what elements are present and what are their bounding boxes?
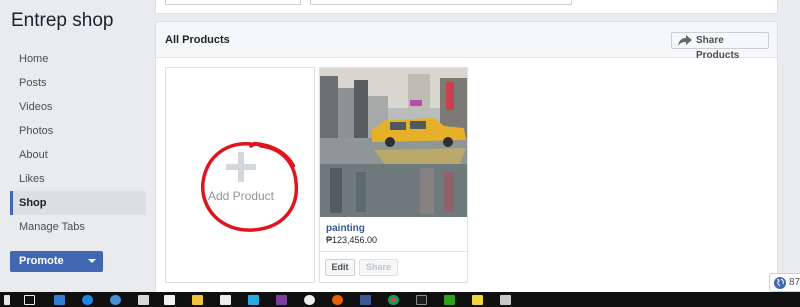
add-product-card[interactable]: Add Product (165, 67, 315, 283)
chevron-down-icon[interactable] (88, 259, 96, 263)
store-icon[interactable] (164, 295, 175, 305)
nav-item-videos[interactable]: Videos (10, 95, 146, 119)
globe-icon (774, 277, 786, 289)
panel-title: All Products (165, 34, 230, 46)
app-icon[interactable] (248, 295, 259, 305)
promote-button[interactable]: Promote (10, 251, 103, 272)
app-icon[interactable] (500, 295, 511, 305)
nav-item-photos[interactable]: Photos (10, 119, 146, 143)
share-arrow-icon (678, 35, 692, 46)
panel-header: All Products Share Products (156, 22, 777, 61)
add-product-label: Add Product (207, 189, 275, 203)
watercolor-painting-image (320, 68, 467, 217)
chat-widget[interactable]: 87 (769, 273, 800, 292)
start-icon[interactable] (4, 295, 10, 305)
app-icon[interactable] (304, 295, 315, 305)
onenote-icon[interactable] (276, 295, 287, 305)
app-icon[interactable] (360, 295, 371, 305)
terminal-icon[interactable] (416, 295, 427, 305)
nav-item-posts[interactable]: Posts (10, 71, 146, 95)
notepad-icon[interactable] (220, 295, 231, 305)
plus-icon (226, 152, 256, 182)
nav-item-shop[interactable]: Shop (10, 191, 146, 215)
page-name[interactable]: Entrep shop (11, 10, 113, 32)
share-products-label: Share Products (696, 35, 740, 61)
product-price: ₱123,456.00 (326, 235, 378, 245)
chat-count: 87 (789, 277, 800, 288)
app-icon[interactable] (472, 295, 483, 305)
firefox-icon[interactable] (332, 295, 343, 305)
nav-item-manage-tabs[interactable]: Manage Tabs (10, 215, 146, 239)
top-card (155, 0, 778, 14)
nav-item-home[interactable]: Home (10, 47, 146, 71)
file-explorer-icon[interactable] (192, 295, 203, 305)
card-divider (320, 251, 467, 252)
document-icon[interactable] (138, 295, 149, 305)
windows-taskbar (0, 292, 800, 307)
page-nav: Home Posts Videos Photos About Likes Sho… (10, 47, 146, 239)
edit-button[interactable]: Edit (325, 259, 355, 276)
app-icon[interactable] (444, 295, 455, 305)
task-view-icon[interactable] (24, 295, 35, 305)
nav-item-about[interactable]: About (10, 143, 146, 167)
nav-item-likes[interactable]: Likes (10, 167, 146, 191)
product-name[interactable]: painting (326, 223, 365, 234)
edge-browser-icon[interactable] (82, 295, 93, 305)
promote-label: Promote (19, 255, 64, 267)
app-icon[interactable] (54, 295, 65, 305)
top-field-left[interactable] (165, 0, 301, 5)
share-button[interactable]: Share (359, 259, 398, 276)
left-sidebar: Entrep shop Home Posts Videos Photos Abo… (0, 0, 150, 292)
product-image[interactable] (320, 68, 467, 217)
app-icon[interactable] (110, 295, 121, 305)
products-panel: All Products Share Products Add Product (155, 21, 778, 296)
share-products-button[interactable]: Share Products (671, 32, 769, 61)
chrome-icon[interactable] (388, 295, 399, 305)
top-field-right[interactable] (310, 0, 572, 5)
product-card[interactable]: painting ₱123,456.00 Edit Share (319, 67, 468, 283)
